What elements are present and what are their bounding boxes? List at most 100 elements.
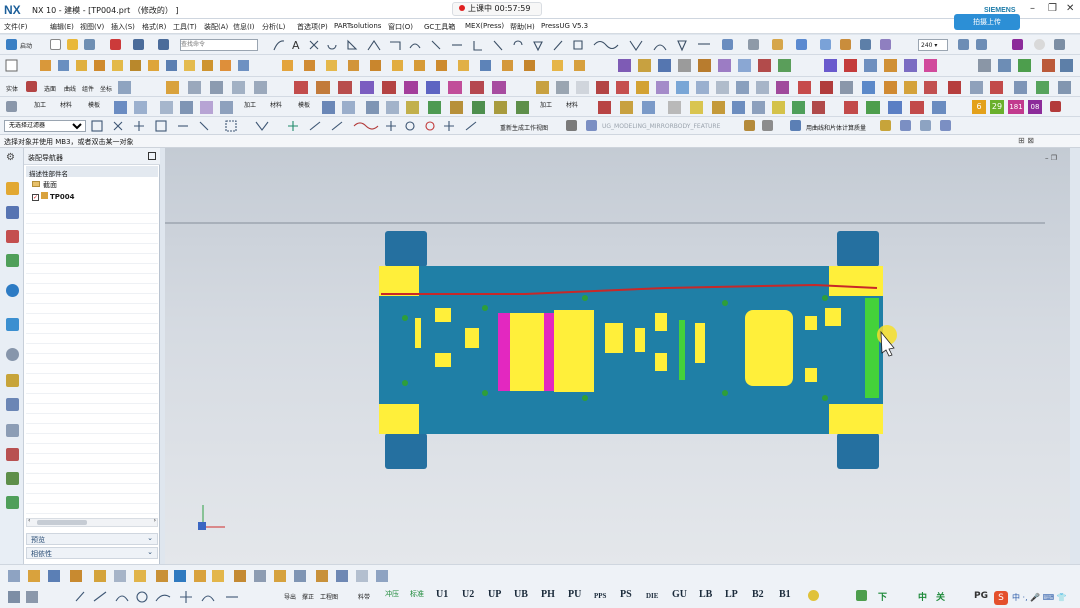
scroll-thumb[interactable] bbox=[37, 520, 87, 525]
label-pg[interactable]: PG bbox=[974, 591, 988, 601]
preview-panel[interactable]: 预览 ⌄ bbox=[26, 533, 158, 545]
wave-icon[interactable] bbox=[880, 120, 891, 131]
die-assembly-model[interactable] bbox=[165, 148, 1070, 564]
sketch-bottom-icons[interactable] bbox=[6, 589, 276, 605]
column-header[interactable]: 描述性部件名 bbox=[26, 166, 158, 178]
feature-tools-icons[interactable] bbox=[4, 58, 1076, 74]
camera-icon[interactable] bbox=[880, 39, 891, 50]
label-component[interactable]: 组件 bbox=[82, 84, 94, 93]
button-pu[interactable]: PU bbox=[568, 589, 581, 600]
button-gu[interactable]: GU bbox=[672, 589, 687, 600]
ime-s-icon[interactable]: S bbox=[994, 591, 1008, 605]
button-u1[interactable]: U1 bbox=[436, 589, 448, 600]
mirror-feature-label[interactable]: UG_MODELING_MIRRORBODY_FEATURE bbox=[602, 123, 720, 130]
palette-nav-icon[interactable] bbox=[6, 496, 19, 509]
view-orient-icon[interactable] bbox=[722, 39, 733, 50]
hd3d-icon[interactable] bbox=[6, 284, 19, 297]
minimize-icon[interactable]: – bbox=[1030, 3, 1035, 14]
role-icon[interactable] bbox=[6, 448, 19, 461]
close-icon[interactable]: ✕ bbox=[1066, 3, 1074, 14]
button-b2[interactable]: B2 bbox=[752, 589, 764, 600]
label-close[interactable]: 关 bbox=[936, 590, 945, 603]
recording-indicator[interactable]: 上课中 00:57:59 bbox=[452, 2, 542, 16]
type-filter-select[interactable]: 无选择过滤器 bbox=[4, 120, 86, 132]
cube-icon[interactable] bbox=[796, 39, 807, 50]
menu-assembly[interactable]: 装配(A) bbox=[204, 22, 228, 32]
count-badge-4[interactable]: 08 bbox=[1028, 100, 1042, 114]
command-search-input[interactable] bbox=[180, 39, 258, 51]
link-icon[interactable] bbox=[900, 120, 911, 131]
menu-window[interactable]: 窗口(O) bbox=[388, 22, 413, 32]
snap-tools-icons[interactable] bbox=[90, 119, 490, 133]
system-scene-icon[interactable] bbox=[6, 472, 19, 485]
label-process-1[interactable]: 加工 bbox=[34, 100, 46, 109]
button-ub[interactable]: UB bbox=[514, 589, 528, 600]
menu-help[interactable]: 帮助(H) bbox=[510, 22, 535, 32]
checkbox-icon[interactable]: ✓ bbox=[32, 194, 39, 201]
process-studio-icon[interactable] bbox=[6, 398, 19, 411]
upload-button[interactable]: 拍摄上传 bbox=[954, 14, 1020, 30]
label-export[interactable]: 导出 bbox=[284, 592, 296, 601]
mold-green-icon[interactable] bbox=[856, 590, 867, 601]
open-icon[interactable] bbox=[67, 39, 78, 50]
system-materials-icon[interactable] bbox=[6, 374, 19, 387]
window-icon[interactable] bbox=[958, 39, 969, 50]
clock-icon[interactable] bbox=[1034, 39, 1045, 50]
menu-file[interactable]: 文件(F) bbox=[4, 22, 28, 32]
history-icon[interactable] bbox=[6, 348, 19, 361]
menu-partsolutions[interactable]: PARTsolutions bbox=[334, 22, 381, 30]
reuse-library-icon[interactable] bbox=[6, 254, 19, 267]
label-strip[interactable]: 料带 bbox=[358, 592, 370, 601]
label-lower[interactable]: 下 bbox=[878, 590, 887, 603]
label-stamping[interactable]: 冲压 bbox=[385, 589, 399, 599]
manufacturing-wizard-icon[interactable] bbox=[6, 424, 19, 437]
process-tools-icons[interactable] bbox=[110, 100, 970, 115]
sketch-tools-icons[interactable]: A bbox=[270, 38, 720, 52]
wire-cube-icon[interactable] bbox=[820, 39, 831, 50]
menu-view[interactable]: 视图(V) bbox=[80, 22, 104, 32]
label-curve[interactable]: 曲线 bbox=[64, 84, 76, 93]
horizontal-scrollbar[interactable]: ‹ › bbox=[26, 517, 158, 527]
count-badge-1[interactable]: 6 bbox=[972, 100, 986, 114]
mirror-feature-icon[interactable] bbox=[586, 120, 597, 131]
zoom-select[interactable]: 240 ▾ bbox=[918, 39, 948, 51]
menu-edit[interactable]: 编辑(E) bbox=[50, 22, 74, 32]
menu-preferences[interactable]: 首选项(P) bbox=[297, 22, 328, 32]
label-drawing[interactable]: 工程图 bbox=[320, 592, 338, 601]
mass-calc-label[interactable]: 用曲线和片体计算质量 bbox=[806, 123, 866, 132]
button-pps[interactable]: PPS bbox=[594, 592, 606, 600]
menu-info[interactable]: 信息(I) bbox=[233, 22, 255, 32]
delete-icon[interactable] bbox=[110, 39, 121, 50]
label-csys[interactable]: 坐标 bbox=[100, 84, 112, 93]
new-icon[interactable] bbox=[50, 39, 61, 50]
button-up[interactable]: UP bbox=[488, 589, 501, 600]
save-icon[interactable] bbox=[84, 39, 95, 50]
section-icon[interactable] bbox=[840, 39, 851, 50]
redo-icon[interactable] bbox=[158, 39, 169, 50]
label-template-1[interactable]: 模板 bbox=[88, 100, 100, 109]
grid-icon[interactable] bbox=[566, 120, 577, 131]
render-icon[interactable] bbox=[772, 39, 783, 50]
start-icon[interactable] bbox=[6, 39, 17, 50]
button-b1[interactable]: B1 bbox=[779, 589, 791, 600]
process-icon[interactable] bbox=[6, 101, 17, 112]
layout-icon[interactable] bbox=[976, 39, 987, 50]
label-material-1[interactable]: 材料 bbox=[60, 100, 72, 109]
settings-icon[interactable] bbox=[1054, 39, 1065, 50]
menu-gc-toolbox[interactable]: GC工具箱 bbox=[424, 22, 455, 32]
button-lp[interactable]: LP bbox=[725, 589, 738, 600]
label-support[interactable]: 撑正 bbox=[302, 592, 314, 601]
mass-calc-icon[interactable] bbox=[790, 120, 801, 131]
dependencies-panel[interactable]: 相依性 ⌄ bbox=[26, 547, 158, 559]
button-die[interactable]: DIE bbox=[646, 592, 658, 600]
tree-node-tp004[interactable]: ✓ TP004 bbox=[32, 192, 75, 201]
tree-node-section[interactable]: 截面 bbox=[32, 180, 57, 190]
label-middle[interactable]: 中 bbox=[918, 590, 927, 603]
p-icon[interactable] bbox=[1012, 39, 1023, 50]
button-ph[interactable]: PH bbox=[541, 589, 555, 600]
scroll-left-icon[interactable]: ‹ bbox=[28, 517, 30, 524]
restore-icon[interactable]: ❐ bbox=[1048, 3, 1057, 14]
layer-icon[interactable] bbox=[860, 39, 871, 50]
undo-icon[interactable] bbox=[133, 39, 144, 50]
palette-icon[interactable] bbox=[762, 120, 773, 131]
